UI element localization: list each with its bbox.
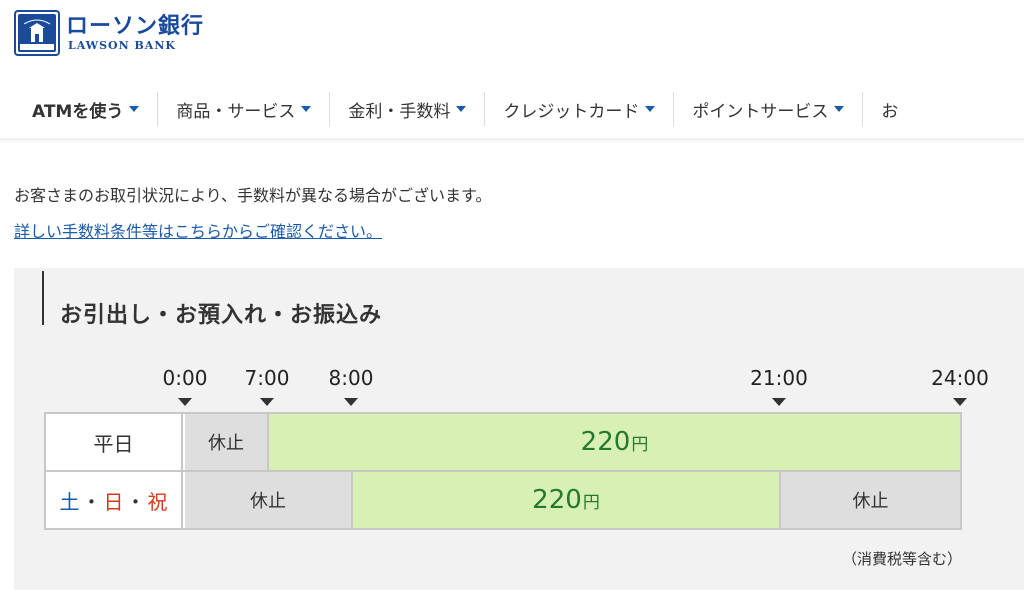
time-tick-0000: 0:00: [162, 366, 208, 390]
nav-item-label: 金利・手数料: [348, 101, 451, 122]
fee-notice-text: お客さまのお取引状況により、手数料が異なる場合がございます。: [14, 186, 492, 205]
time-tick-0800: 8:00: [328, 366, 374, 390]
tick-arrow-icon: [772, 398, 786, 406]
weekday-schedule-row: 平日 休止 220 円: [44, 412, 962, 472]
fee-amount: 220: [580, 427, 631, 457]
weekday-label: 平日: [46, 414, 183, 470]
nav-item-label: ポイントサービス: [692, 101, 829, 122]
caret-down-icon: [129, 106, 140, 112]
caret-down-icon: [834, 106, 845, 112]
fee-unit: 円: [631, 434, 649, 455]
nav-item-atm[interactable]: ATMを使う: [0, 92, 159, 126]
lawson-station-badge-icon: [14, 10, 60, 56]
weekend-holiday-schedule-row: 土・日・祝 休止 220 円 休止: [44, 470, 962, 530]
nav-item-more[interactable]: お: [863, 92, 898, 126]
weekend-holiday-label: 土・日・祝: [46, 472, 183, 528]
panel-title: お引出し・お預入れ・お振込み: [60, 303, 383, 328]
logo-wordmark-en: LAWSON BANK: [68, 38, 176, 52]
weekday-fee-segment: 220 円: [269, 414, 960, 470]
separator: ・: [81, 489, 102, 514]
title-accent-bar: [42, 271, 44, 325]
caret-down-icon: [645, 106, 656, 112]
fee-unit: 円: [582, 492, 600, 513]
caret-down-icon: [456, 106, 467, 112]
nav-item-rates-fees[interactable]: 金利・手数料: [330, 92, 486, 126]
global-nav: ATMを使う 商品・サービス 金利・手数料 クレジットカード ポイントサービス …: [0, 88, 1024, 130]
time-tick-2400: 24:00: [931, 366, 989, 390]
saturday-label: 土: [59, 489, 80, 514]
tick-arrow-icon: [260, 398, 274, 406]
nav-item-point-service[interactable]: ポイントサービス: [674, 92, 864, 126]
tick-arrow-icon: [344, 398, 358, 406]
tick-arrow-icon: [953, 398, 967, 406]
lawson-bank-logo[interactable]: ローソン銀行 LAWSON BANK: [14, 10, 204, 56]
separator: ・: [125, 489, 146, 514]
time-tick-2100: 21:00: [750, 366, 808, 390]
nav-divider: [0, 138, 1024, 144]
fee-conditions-link[interactable]: 詳しい手数料条件等はこちらからご確認ください。: [14, 218, 382, 242]
nav-item-credit-card[interactable]: クレジットカード: [485, 92, 675, 126]
closed-label: 休止: [852, 491, 889, 512]
weekend-morning-closed-segment: 休止: [185, 472, 353, 528]
closed-label: 休止: [250, 491, 286, 512]
nav-item-label: ATMを使う: [32, 101, 124, 122]
closed-label: 休止: [208, 433, 244, 454]
nav-item-label: お: [881, 101, 899, 122]
logo-wordmark-jp: ローソン銀行: [66, 13, 205, 39]
nav-item-label: 商品・サービス: [176, 101, 296, 122]
fee-amount: 220: [532, 485, 582, 515]
nav-item-label: クレジットカード: [503, 101, 640, 122]
nav-item-products[interactable]: 商品・サービス: [158, 92, 331, 126]
time-tick-0700: 7:00: [244, 366, 290, 390]
atm-fee-panel: お引出し・お預入れ・お振込み 0:00 7:00 8:00 21:00 24:0…: [14, 268, 1024, 590]
tick-arrow-icon: [178, 398, 192, 406]
caret-down-icon: [301, 106, 312, 112]
weekend-fee-segment: 220 円: [353, 472, 781, 528]
weekday-closed-segment: 休止: [185, 414, 269, 470]
holiday-label: 祝: [147, 489, 168, 514]
sunday-label: 日: [103, 489, 124, 514]
tax-included-note: （消費税等含む）: [841, 550, 962, 568]
weekend-night-closed-segment: 休止: [781, 472, 960, 528]
